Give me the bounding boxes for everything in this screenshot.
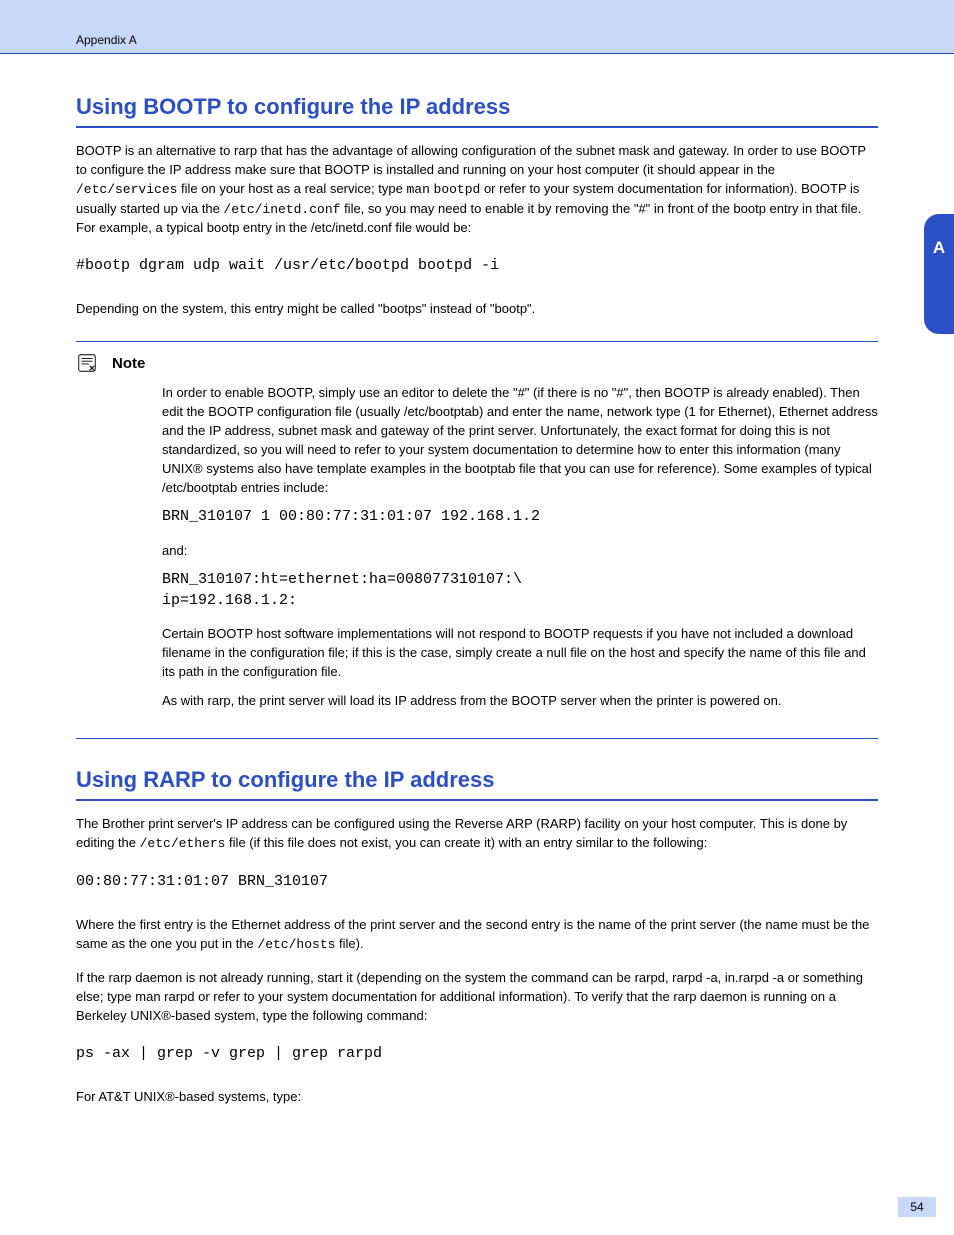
rarp-paragraph-4: For AT&T UNIX®-based systems, type: — [76, 1088, 878, 1107]
file-path-etc-ethers: /etc/ethers — [140, 836, 226, 851]
section-heading-rarp: Using RARP to configure the IP address — [76, 767, 878, 801]
text-run: file on your host as a real service; typ… — [177, 181, 406, 196]
text-run: BOOTP is an alternative to rarp that has… — [76, 143, 866, 177]
code-block-ethers-entry: 00:80:77:31:01:07 BRN_310107 — [76, 872, 878, 892]
code-block-bootptab-2: BRN_310107:ht=ethernet:ha=008077310107:\… — [162, 570, 878, 611]
rarp-paragraph-1: The Brother print server's IP address ca… — [76, 815, 878, 854]
rarp-paragraph-2: Where the first entry is the Ethernet ad… — [76, 916, 878, 955]
text-run: file (if this file does not exist, you c… — [225, 835, 707, 850]
note-icon — [76, 352, 98, 374]
code-block-bootp-entry: #bootp dgram udp wait /usr/etc/bootpd bo… — [76, 256, 878, 276]
appendix-side-tab-label: A — [933, 238, 945, 258]
page-number-value: 54 — [910, 1200, 923, 1214]
page-number: 54 — [898, 1197, 936, 1217]
rarp-paragraph-3: If the rarp daemon is not already runnin… — [76, 969, 878, 1026]
note-title: Note — [112, 355, 145, 372]
section-heading-bootp: Using BOOTP to configure the IP address — [76, 94, 878, 128]
text-run: file). — [335, 936, 363, 951]
text-run: Where the first entry is the Ethernet ad… — [76, 917, 869, 951]
note-paragraph-1: In order to enable BOOTP, simply use an … — [162, 384, 878, 497]
file-path-etc-services: /etc/services — [76, 182, 177, 197]
command-man: man — [406, 182, 429, 197]
note-paragraph-2: Certain BOOTP host software implementati… — [162, 625, 878, 682]
file-path-inetd-conf: /etc/inetd.conf — [223, 202, 340, 217]
file-path-etc-hosts: /etc/hosts — [257, 937, 335, 952]
note-paragraph-3: As with rarp, the print server will load… — [162, 692, 878, 711]
note-box: Note In order to enable BOOTP, simply us… — [76, 341, 878, 739]
code-block-bootptab-1: BRN_310107 1 00:80:77:31:01:07 192.168.1… — [162, 507, 878, 527]
bootp-paragraph-1: BOOTP is an alternative to rarp that has… — [76, 142, 878, 238]
command-bootpd: bootpd — [434, 182, 481, 197]
header-left: Appendix A — [76, 33, 137, 47]
appendix-side-tab: A — [924, 214, 954, 334]
note-and: and: — [162, 542, 878, 561]
code-block-ps-grep: ps -ax | grep -v grep | grep rarpd — [76, 1044, 878, 1064]
bootp-paragraph-2: Depending on the system, this entry migh… — [76, 300, 878, 319]
header-band: Appendix A — [0, 0, 954, 54]
